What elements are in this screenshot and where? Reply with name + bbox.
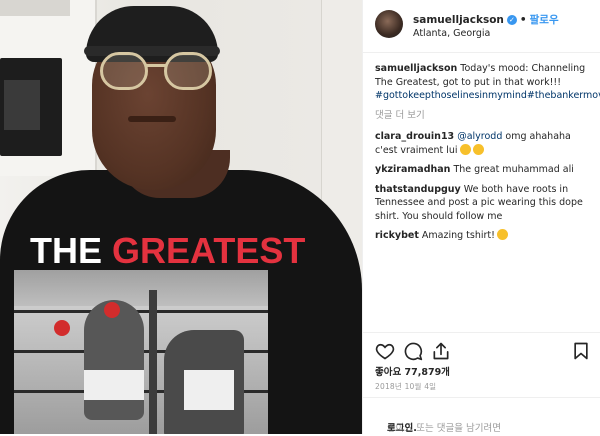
post-actions: 좋아요 77,879개 2018년 10월 4일 좋아요 또는 댓글을 남기려면… (363, 332, 600, 435)
post-sidebar: samuelljackson ✓ • 팔로우 Atlanta, Georgia sam… (362, 0, 600, 434)
list-item: clara_drouin13 @alyrodd omg ahahaha c'es… (375, 130, 593, 157)
print-ring-rope (14, 310, 268, 313)
add-comment-bar: 좋아요 또는 댓글을 남기려면 로그인. (363, 397, 600, 436)
location-link[interactable]: Atlanta, Georgia (413, 28, 490, 39)
shirt-print-word-the: THE (30, 230, 102, 271)
print-ring-post (149, 290, 157, 434)
follow-button[interactable]: 팔로우 (530, 14, 559, 26)
separator-dot: • (519, 14, 527, 26)
smiling-emoji-icon (496, 229, 508, 240)
comment-username[interactable]: clara_drouin13 (375, 131, 454, 142)
print-standing-boxer (84, 300, 144, 420)
glasses-right-lens (164, 52, 212, 90)
view-more-comments[interactable]: 댓글 더 보기 (375, 109, 593, 123)
comments-section: samuelljackson Today's mood: Channeling … (375, 62, 600, 249)
list-item: thatstandupguy We both have roots in Ten… (375, 183, 593, 224)
comment-text: The great muhammad ali (453, 164, 574, 175)
bookmark-icon[interactable] (571, 341, 591, 361)
header-username-row: samuelljackson ✓ • 팔로우 (413, 12, 559, 27)
glasses-bridge (146, 64, 166, 67)
instagram-post: THE GREATEST samuelljackson✓•팔로우 Atla (0, 0, 600, 434)
comment-username[interactable]: rickybet (375, 230, 419, 241)
comment-mention[interactable]: @alyrodd (457, 131, 502, 142)
share-icon[interactable] (431, 341, 451, 361)
laughing-emoji-icon (459, 143, 471, 155)
comment-username[interactable]: ykziramadhan (375, 164, 450, 175)
post-header: samuelljackson ✓ • 팔로우 Atlanta, Georgia (363, 0, 600, 53)
shirt-print-title: THE GREATEST (30, 230, 305, 272)
print-boxer-shorts (184, 370, 234, 410)
verified-badge-icon: ✓ (506, 15, 517, 25)
login-link[interactable]: 로그인. (387, 420, 417, 434)
shirt-print-boxing-ring (14, 270, 268, 434)
avatar[interactable] (375, 10, 403, 38)
print-boxing-glove (104, 302, 120, 318)
post-photo[interactable]: THE GREATEST (0, 0, 362, 434)
caption-hashtags[interactable]: #gottokeepthoselinesinmymind#thebankermo… (375, 90, 600, 101)
comment-text: Amazing tshirt! (421, 230, 495, 241)
print-crowd (14, 270, 268, 306)
heart-icon[interactable] (375, 341, 395, 361)
photo-shelf (0, 0, 70, 16)
post-date: 2018년 10월 4일 (375, 382, 437, 391)
list-item: ykziramadhan The great muhammad ali (375, 163, 593, 177)
caption-username[interactable]: samuelljackson (375, 63, 457, 74)
print-boxer-shorts (84, 370, 144, 400)
print-fallen-boxer (164, 330, 244, 434)
glasses-left-lens (100, 52, 148, 90)
list-item: rickybet Amazing tshirt! (375, 229, 593, 243)
comment-icon[interactable] (403, 341, 423, 361)
shirt-print-word-greatest: GREATEST (112, 230, 306, 271)
laughing-emoji-icon (472, 143, 484, 155)
username-link[interactable]: samuelljackson (413, 14, 504, 26)
comment-username[interactable]: thatstandupguy (375, 184, 461, 195)
photo-microwave (0, 58, 62, 156)
caption: samuelljackson Today's mood: Channeling … (375, 62, 600, 103)
microwave-window (4, 80, 40, 130)
photo-mouth (128, 116, 176, 122)
likes-count[interactable]: 좋아요 77,879개 (375, 364, 450, 378)
photo-round-glasses (100, 52, 212, 92)
print-boxing-glove (54, 320, 70, 336)
